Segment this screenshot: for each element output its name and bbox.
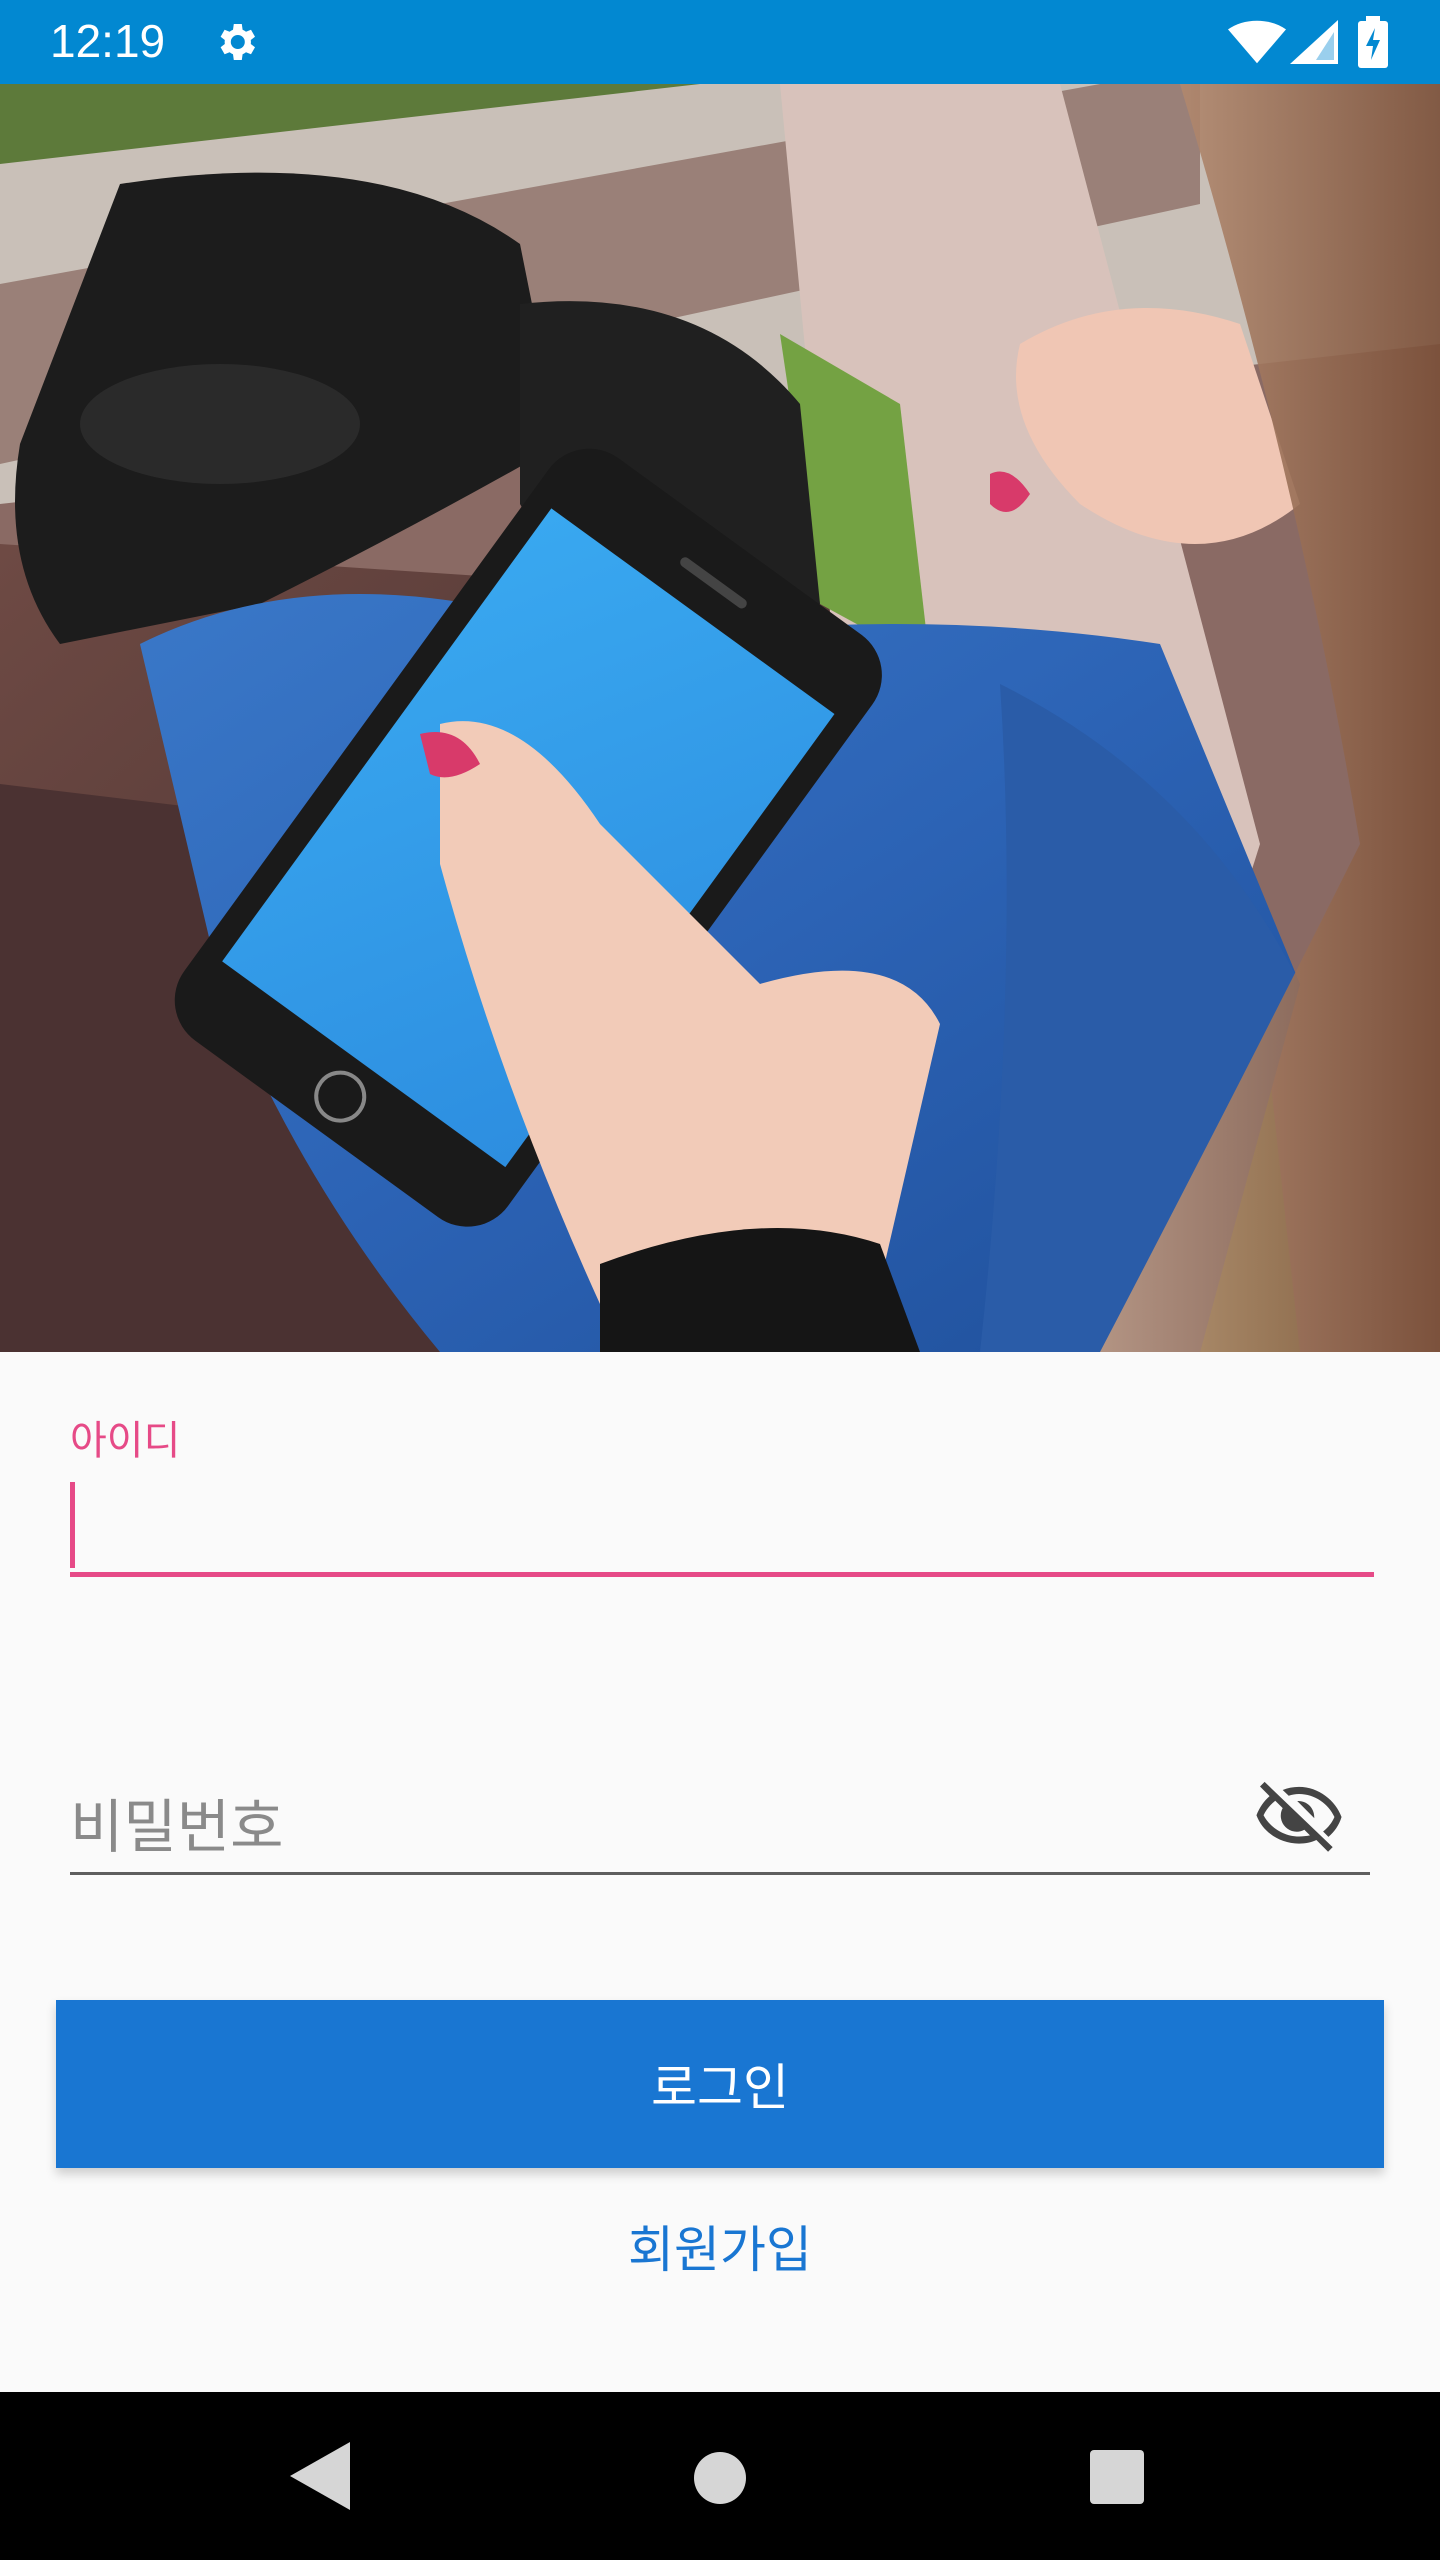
home-icon[interactable] [694, 2452, 746, 2504]
recents-icon[interactable] [1090, 2450, 1144, 2504]
visibility-off-icon[interactable] [1256, 1778, 1342, 1856]
id-field[interactable] [70, 1480, 1374, 1577]
cellular-signal-icon [1290, 20, 1338, 64]
navigation-bar [0, 2392, 1440, 2560]
status-time: 12:19 [50, 15, 166, 67]
gear-icon [220, 24, 255, 60]
login-form: 아이디 비밀번호 로그인 회원가입 [0, 1352, 1440, 2392]
battery-charging-icon [1358, 16, 1388, 68]
login-button[interactable]: 로그인 [56, 2000, 1384, 2168]
phone-in-hands-photo [0, 84, 1440, 1352]
password-placeholder: 비밀번호 [70, 1793, 284, 1861]
text-cursor [70, 1482, 75, 1568]
hero-image [0, 84, 1440, 1352]
status-bar: 12:19 [0, 0, 1440, 84]
wifi-icon [1228, 20, 1286, 64]
back-icon[interactable] [290, 2442, 350, 2510]
signup-link[interactable]: 회원가입 [0, 2210, 1440, 2282]
id-field-label: 아이디 [70, 1418, 181, 1464]
